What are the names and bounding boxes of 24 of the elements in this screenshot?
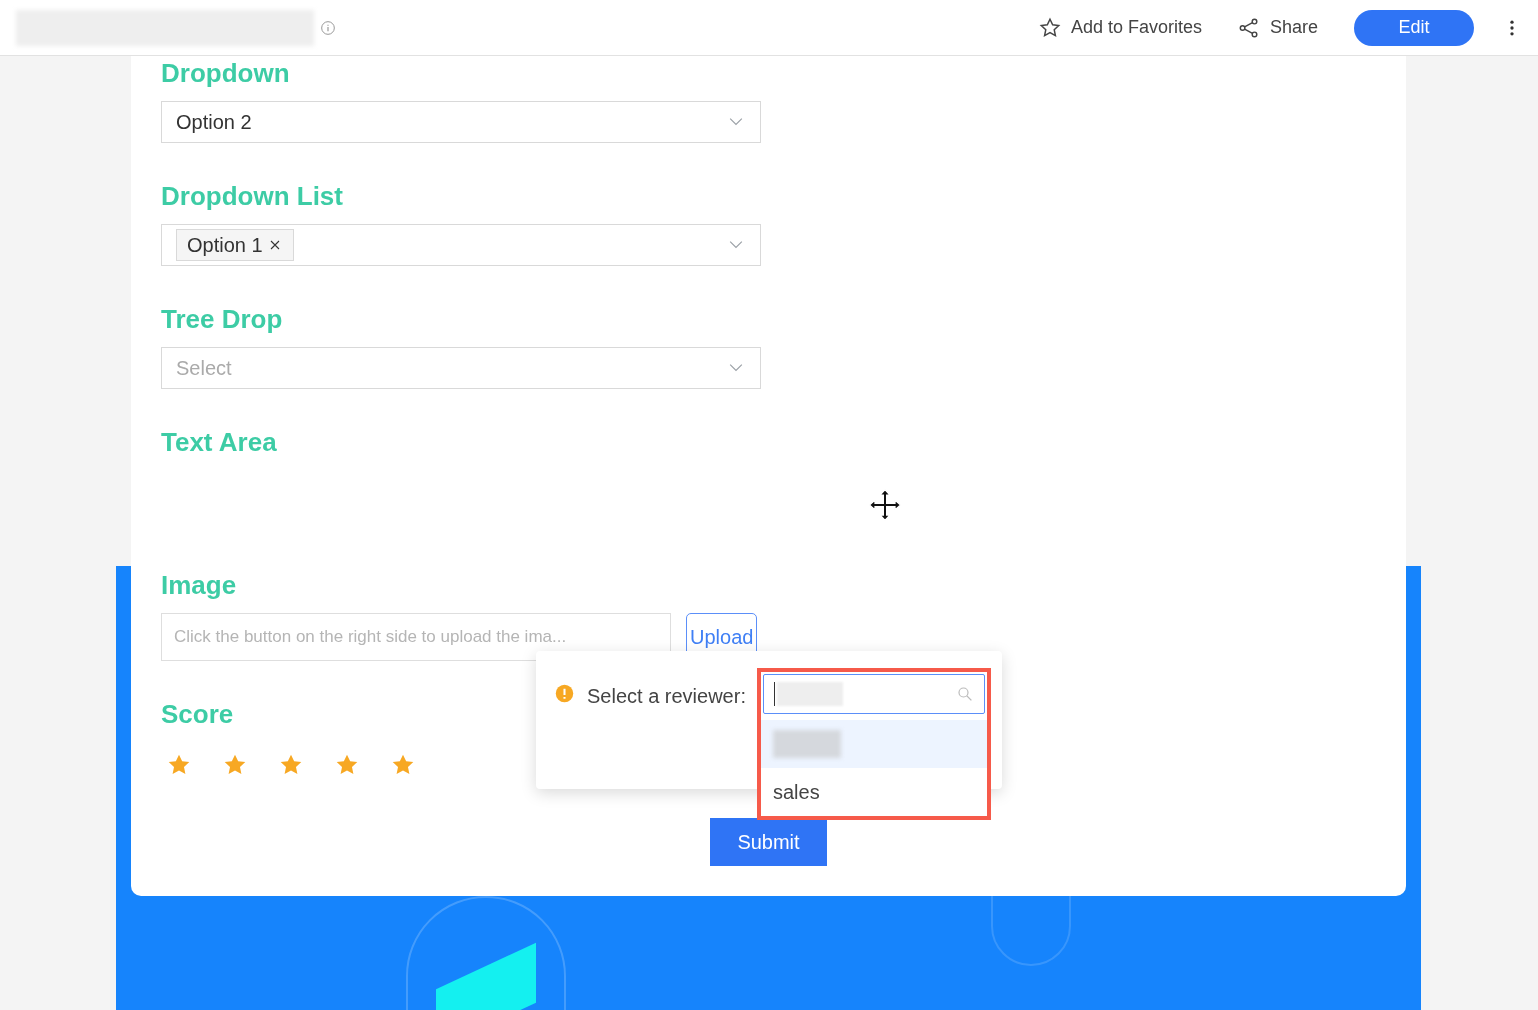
selected-tag[interactable]: Option 1	[176, 229, 294, 261]
share-button[interactable]: Share	[1237, 14, 1318, 41]
edit-button[interactable]: Edit	[1354, 9, 1474, 46]
text-cursor	[774, 682, 775, 706]
submit-button[interactable]: Submit	[710, 818, 827, 866]
field-label: Tree Drop	[161, 304, 284, 334]
dropdown-field[interactable]: Option 2	[161, 101, 761, 143]
move-cursor-icon	[868, 488, 902, 522]
search-icon	[956, 685, 974, 703]
field-label: Dropdown List	[161, 181, 344, 211]
upload-path-field[interactable]: Click the button on the right side to upload the ima...	[161, 613, 671, 661]
info-icon	[320, 19, 336, 36]
blurred-text	[773, 730, 841, 758]
search-field[interactable]	[763, 674, 985, 714]
field-label: Dropdown	[161, 58, 291, 88]
popover-label: Select a reviewer:	[587, 684, 746, 709]
star-icon	[1038, 16, 1061, 39]
warning-icon	[555, 684, 574, 703]
field-label: Image	[161, 570, 238, 600]
multi-select-field[interactable]: Option 1	[161, 224, 761, 266]
favorite-button[interactable]: Add to Favorites	[1038, 14, 1202, 41]
field-label: Text Area	[161, 427, 278, 457]
share-icon	[1237, 16, 1260, 39]
field-label: Score	[161, 699, 235, 729]
